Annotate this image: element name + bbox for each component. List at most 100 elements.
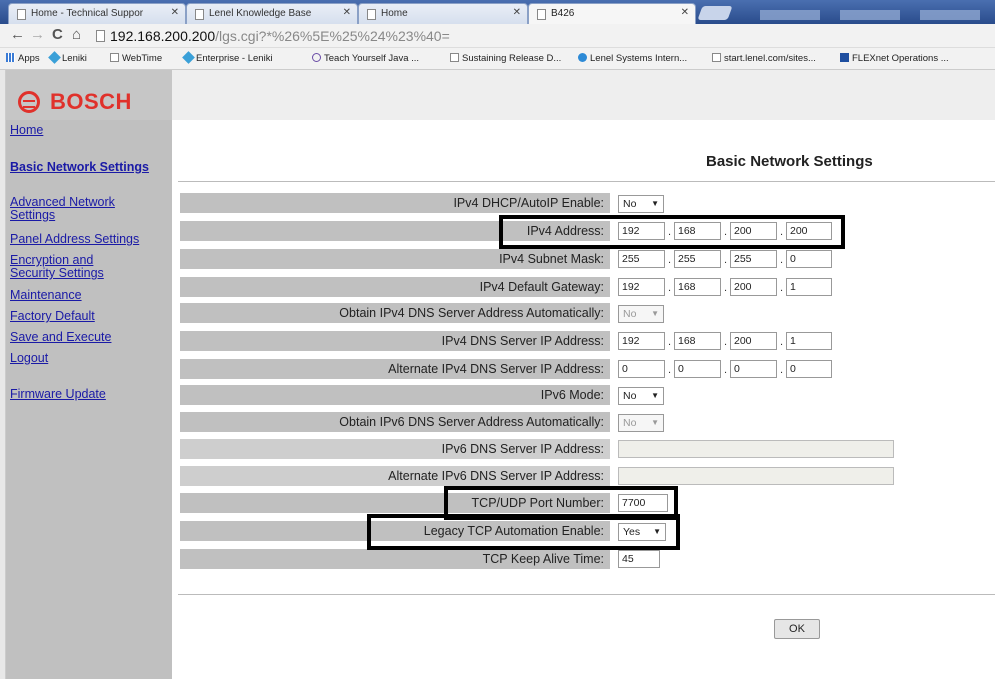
sidebar-item-maintenance[interactable]: Maintenance: [10, 289, 82, 302]
close-icon[interactable]: ✕: [513, 7, 521, 18]
browser-tab[interactable]: Lenel Knowledge Base ✕: [186, 3, 358, 24]
page-title: Basic Network Settings: [706, 153, 873, 170]
dropdown-arrow-icon: ▼: [651, 391, 659, 400]
gateway-octet-4[interactable]: 1: [786, 278, 832, 296]
sidebar-item-logout[interactable]: Logout: [10, 352, 48, 365]
page-icon: [450, 53, 459, 62]
field-label: Alternate IPv4 DNS Server IP Address:: [180, 359, 610, 379]
bosch-armature-icon: [18, 91, 40, 113]
page-icon: [17, 9, 26, 20]
tab-label: Home: [381, 8, 408, 19]
bookmark[interactable]: Sustaining Release D...: [450, 53, 561, 64]
page-icon: [537, 9, 546, 20]
close-icon[interactable]: ✕: [681, 7, 689, 18]
sidebar-item-home[interactable]: Home: [10, 124, 43, 137]
alt-dns-ip-octet-4[interactable]: 0: [786, 360, 832, 378]
highlight-box: [367, 514, 680, 550]
bookmark-label: start.lenel.com/sites...: [724, 53, 816, 64]
home-icon[interactable]: ⌂: [72, 27, 81, 43]
address-bar[interactable]: 192.168.200.200/lgs.cgi?*%26%5E%25%24%23…: [110, 28, 450, 44]
octet-separator: .: [780, 336, 784, 348]
field-label: IPv4 Subnet Mask:: [180, 249, 610, 269]
octet-separator: .: [668, 364, 672, 376]
bookmark[interactable]: WebTime: [110, 53, 162, 64]
close-icon[interactable]: ✕: [171, 7, 179, 18]
browser-tab-active[interactable]: B426 ✕: [528, 3, 696, 24]
field-label: IPv4 DHCP/AutoIP Enable:: [180, 193, 610, 213]
obtain-ipv6-dns-select[interactable]: No ▼: [618, 414, 664, 432]
sidebar-item-panel-address-settings[interactable]: Panel Address Settings: [10, 233, 139, 246]
sidebar-item-factory-default[interactable]: Factory Default: [10, 310, 95, 323]
dns-ip-octet-4[interactable]: 1: [786, 332, 832, 350]
bookmark-apps[interactable]: Apps: [6, 53, 40, 64]
flexnet-icon: [840, 53, 849, 62]
field-label: Obtain IPv4 DNS Server Address Automatic…: [180, 303, 610, 323]
dropdown-arrow-icon: ▼: [651, 418, 659, 427]
gateway-octet-1[interactable]: 192: [618, 278, 665, 296]
bookmarks-bar: Apps Leniki WebTime Enterprise - Leniki …: [0, 48, 995, 70]
field-label: Alternate IPv6 DNS Server IP Address:: [180, 466, 610, 486]
subnet-mask-octet-4[interactable]: 0: [786, 250, 832, 268]
bookmark[interactable]: Lenel Systems Intern...: [578, 53, 687, 64]
bookmark-label: Enterprise - Leniki: [196, 53, 273, 64]
bookmark-label: Leniki: [62, 53, 87, 64]
sidebar-item-encryption-security[interactable]: Encryption and Security Settings: [10, 254, 130, 280]
alt-dns-ip-octet-1[interactable]: 0: [618, 360, 665, 378]
bookmark[interactable]: Leniki: [48, 51, 87, 64]
alt-dns-ip-octet-2[interactable]: 0: [674, 360, 721, 378]
back-arrow-icon[interactable]: ←: [10, 27, 25, 43]
sidebar-item-basic-network-settings[interactable]: Basic Network Settings: [10, 161, 160, 174]
bookmark[interactable]: Teach Yourself Java ...: [312, 53, 419, 64]
subnet-mask-octet-2[interactable]: 255: [674, 250, 721, 268]
gateway-octet-2[interactable]: 168: [674, 278, 721, 296]
brand-name: BOSCH: [50, 89, 132, 114]
select-value: No: [623, 390, 637, 402]
diamond-icon: [48, 51, 61, 64]
select-value: No: [623, 308, 637, 320]
obtain-ipv4-dns-select[interactable]: No ▼: [618, 305, 664, 323]
field-label: Obtain IPv6 DNS Server Address Automatic…: [180, 412, 610, 432]
octet-separator: .: [780, 282, 784, 294]
sidebar-item-save-and-execute[interactable]: Save and Execute: [10, 331, 111, 344]
bookmark[interactable]: FLEXnet Operations ...: [840, 53, 949, 64]
ipv6-dns-input[interactable]: [618, 440, 894, 458]
browser-toolbar: ← → C ⌂ 192.168.200.200/lgs.cgi?*%26%5E%…: [0, 24, 995, 48]
dhcp-autoip-select[interactable]: No ▼: [618, 195, 664, 213]
sidebar-item-advanced-network-settings[interactable]: Advanced Network Settings: [10, 196, 150, 222]
forward-arrow-icon[interactable]: →: [30, 27, 45, 43]
tcp-keep-alive-input[interactable]: 45: [618, 550, 660, 568]
octet-separator: .: [780, 364, 784, 376]
dns-ip-octet-1[interactable]: 192: [618, 332, 665, 350]
subnet-mask-octet-1[interactable]: 255: [618, 250, 665, 268]
new-tab-button[interactable]: [697, 6, 733, 20]
select-value: No: [623, 417, 637, 429]
browser-tab[interactable]: Home - Technical Suppor ✕: [8, 3, 186, 24]
octet-separator: .: [724, 254, 728, 266]
globe-icon: [578, 53, 587, 62]
field-label: IPv4 Default Gateway:: [180, 277, 610, 297]
sidebar-item-firmware-update[interactable]: Firmware Update: [10, 388, 106, 401]
ok-button[interactable]: OK: [774, 619, 820, 639]
java-icon: [312, 53, 321, 62]
alt-ipv6-dns-input[interactable]: [618, 467, 894, 485]
field-label: IPv4 DNS Server IP Address:: [180, 331, 610, 351]
reload-icon[interactable]: C: [52, 27, 63, 43]
browser-tab[interactable]: Home ✕: [358, 3, 528, 24]
field-label: IPv6 Mode:: [180, 385, 610, 405]
octet-separator: .: [724, 364, 728, 376]
highlight-box: [499, 215, 845, 249]
alt-dns-ip-octet-3[interactable]: 0: [730, 360, 777, 378]
bookmark-label: WebTime: [122, 53, 163, 64]
tab-label: Lenel Knowledge Base: [209, 8, 312, 19]
bookmark[interactable]: start.lenel.com/sites...: [712, 53, 816, 64]
ipv6-mode-select[interactable]: No ▼: [618, 387, 664, 405]
apps-grid-icon: [6, 53, 15, 62]
bookmark[interactable]: Enterprise - Leniki: [182, 51, 273, 64]
sidebar: BOSCH Home Basic Network Settings Advanc…: [6, 70, 172, 679]
dns-ip-octet-3[interactable]: 200: [730, 332, 777, 350]
close-icon[interactable]: ✕: [343, 7, 351, 18]
gateway-octet-3[interactable]: 200: [730, 278, 777, 296]
dns-ip-octet-2[interactable]: 168: [674, 332, 721, 350]
subnet-mask-octet-3[interactable]: 255: [730, 250, 777, 268]
header-band: [172, 70, 995, 120]
